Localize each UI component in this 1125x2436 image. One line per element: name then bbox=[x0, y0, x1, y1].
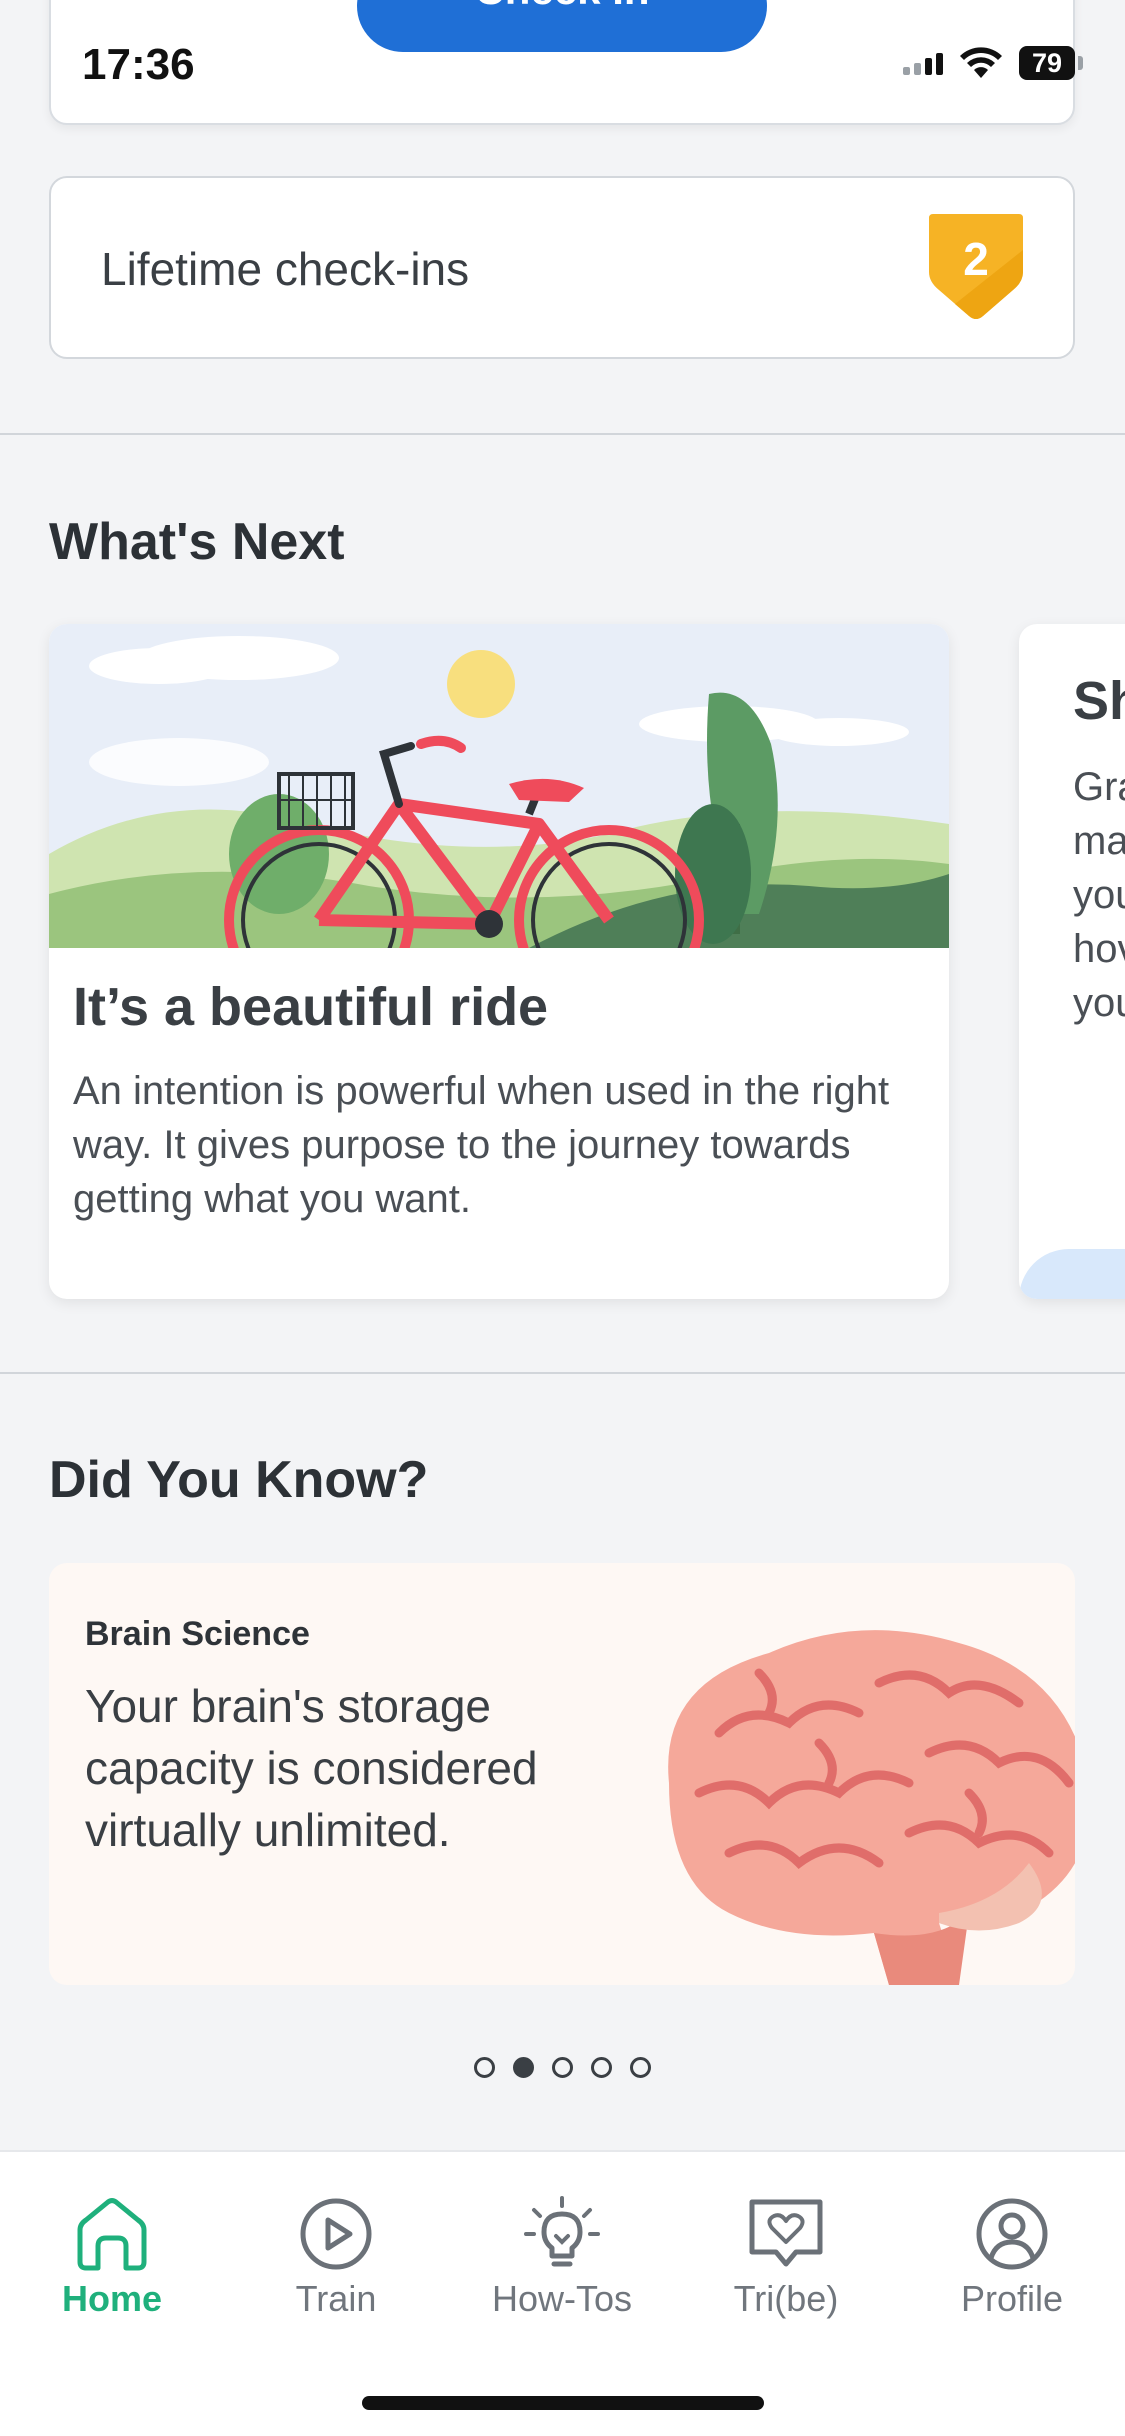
tab-train[interactable]: Train bbox=[236, 2196, 436, 2320]
tab-profile-label: Profile bbox=[960, 2278, 1064, 2319]
section-divider bbox=[0, 433, 1125, 435]
whats-next-card[interactable]: It’s a beautiful ride An intention is po… bbox=[49, 624, 949, 1299]
battery-level: 79 bbox=[1031, 48, 1063, 78]
lightbulb-icon bbox=[524, 2196, 600, 2267]
whats-next-card-body: An intention is powerful when used in th… bbox=[73, 1069, 890, 1221]
home-icon bbox=[77, 2198, 147, 2271]
pager-dot[interactable] bbox=[513, 2057, 534, 2078]
checkin-button-label: Check In bbox=[474, 0, 649, 13]
play-circle-icon bbox=[300, 2198, 372, 2270]
status-time: 17:36 bbox=[82, 40, 195, 89]
tab-home-label: Home bbox=[61, 2278, 163, 2319]
checkin-button[interactable]: Check In bbox=[357, 0, 767, 52]
whats-next-card-2-body: Gra ma you hov you bbox=[1073, 765, 1125, 1025]
pager-dot[interactable] bbox=[552, 2057, 573, 2078]
card-2-illustration bbox=[1019, 1249, 1125, 1299]
home-screen: Check In 17:36 79 Lifetime check-ins 2 W… bbox=[0, 0, 1125, 2436]
pager-dot[interactable] bbox=[630, 2057, 651, 2078]
bottom-tab-bar: Home Train How-Tos Tri(be) Profile bbox=[0, 2150, 1125, 2436]
tab-tribe-label: Tri(be) bbox=[733, 2278, 839, 2319]
cellular-signal-icon bbox=[903, 51, 943, 75]
checkins-count: 2 bbox=[963, 233, 989, 285]
fact-category: Brain Science bbox=[85, 1615, 310, 1653]
tab-profile[interactable]: Profile bbox=[912, 2196, 1112, 2320]
brain-illustration bbox=[668, 1630, 1075, 1985]
tab-how-tos[interactable]: How-Tos bbox=[462, 2196, 662, 2320]
pager-dot[interactable] bbox=[591, 2057, 612, 2078]
bicycle-illustration bbox=[49, 624, 949, 948]
tab-train-label: Train bbox=[295, 2278, 377, 2319]
lifetime-checkins-card: Lifetime check-ins 2 bbox=[49, 176, 1075, 359]
home-indicator[interactable] bbox=[362, 2396, 764, 2410]
status-indicators: 79 bbox=[903, 46, 1083, 80]
tab-how-tos-label: How-Tos bbox=[491, 2278, 633, 2319]
pager-dot[interactable] bbox=[474, 2057, 495, 2078]
whats-next-title: What's Next bbox=[49, 513, 345, 571]
tab-tribe[interactable]: Tri(be) bbox=[686, 2196, 886, 2320]
whats-next-card-2-title: Sh bbox=[1073, 671, 1125, 731]
lifetime-checkins-label: Lifetime check-ins bbox=[101, 243, 470, 295]
whats-next-card-2[interactable]: Sh Gra ma you hov you bbox=[1019, 624, 1125, 1299]
whats-next-card-title: It’s a beautiful ride bbox=[73, 977, 549, 1037]
profile-icon bbox=[976, 2198, 1048, 2270]
wifi-icon bbox=[960, 47, 1002, 78]
did-you-know-title: Did You Know? bbox=[49, 1451, 429, 1509]
carousel-pager[interactable] bbox=[0, 2057, 1125, 2078]
tab-home[interactable]: Home bbox=[12, 2196, 212, 2320]
fact-card[interactable]: Brain Science Your brain's storage capac… bbox=[49, 1563, 1075, 1985]
heart-chat-icon bbox=[749, 2199, 823, 2267]
section-divider bbox=[0, 1372, 1125, 1374]
checkins-badge: 2 bbox=[925, 210, 1027, 324]
fact-text: Your brain's storage capacity is conside… bbox=[85, 1680, 538, 1856]
battery-icon: 79 bbox=[1019, 46, 1083, 80]
